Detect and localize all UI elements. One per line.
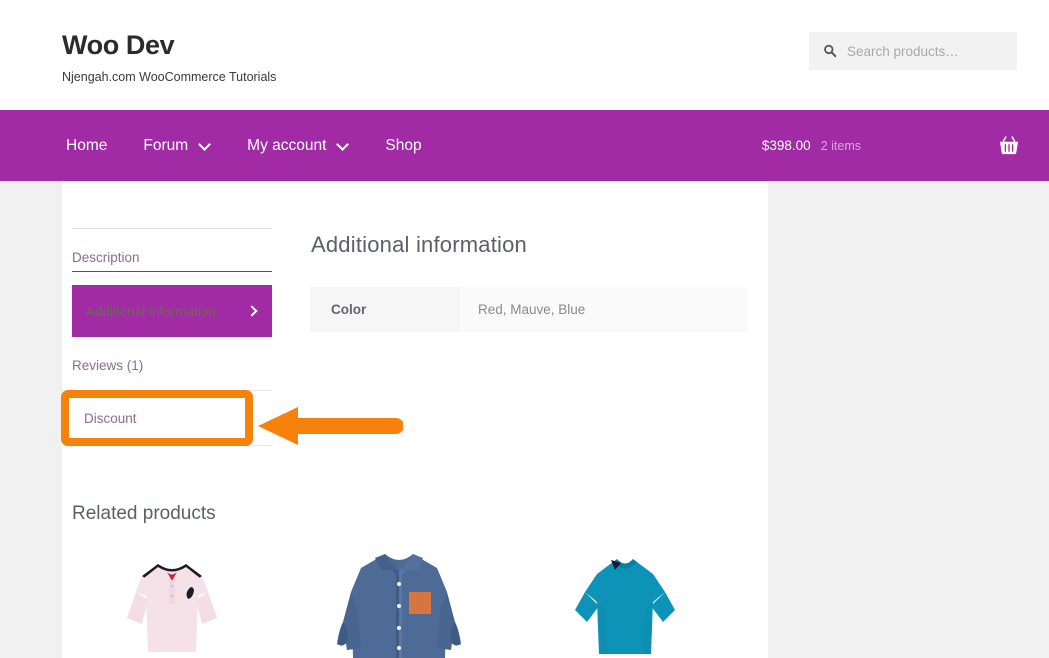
search-placeholder-text: Search products… [847,43,959,59]
nav-item-label: Forum [143,136,189,154]
shopping-basket-icon[interactable] [999,136,1019,155]
chevron-right-icon [248,306,258,316]
blue-button-shirt-image [298,548,490,658]
chevron-down-icon [338,140,349,151]
related-product-item[interactable] [525,548,717,658]
tab-divider [72,390,272,391]
site-header: Woo Dev Njengah.com WooCommerce Tutorial… [0,0,1049,110]
nav-item-home[interactable]: Home [62,110,125,181]
nav-item-shop[interactable]: Shop [367,110,439,181]
page-root: Woo Dev Njengah.com WooCommerce Tutorial… [0,0,1049,658]
tab-additional-information[interactable]: Additional information [72,285,272,337]
related-products-title: Related products [72,503,216,524]
tab-divider [72,445,272,446]
nav-item-my-account[interactable]: My account [229,110,367,181]
related-product-item[interactable] [72,548,263,658]
nav-item-label: Shop [385,136,422,154]
nav-item-label: Home [66,136,108,154]
cart-total-amount: $398.00 [761,138,811,153]
search-icon [824,44,837,58]
tab-description[interactable]: Description [72,244,272,272]
related-product-item[interactable] [298,548,490,658]
attributes-table: Color Red, Mauve, Blue [310,287,747,332]
tab-label: Discount [84,410,137,426]
tabs-top-divider [72,228,272,229]
nav-item-label: My account [247,136,327,154]
nav-menu: Home Forum My account Shop [62,110,440,181]
related-products-list [72,548,752,658]
nav-item-forum[interactable]: Forum [125,110,229,181]
site-branding[interactable]: Woo Dev Njengah.com WooCommerce Tutorial… [62,30,276,84]
pink-polo-shirt-image [72,548,263,658]
tab-reviews[interactable]: Reviews (1) [72,352,272,378]
tab-label: Additional information [86,303,216,319]
tab-label: Description [72,250,140,265]
site-title: Woo Dev [62,30,175,60]
search-input[interactable]: Search products… [809,32,1017,70]
site-tagline: Njengah.com WooCommerce Tutorials [62,70,277,85]
attribute-value: Red, Mauve, Blue [460,287,747,332]
panel-title: Additional information [311,232,527,257]
chevron-down-icon [200,140,211,151]
cart-item-count: 2 items [820,138,861,153]
tab-label: Reviews (1) [72,357,144,373]
primary-navigation: Home Forum My account Shop $398.00 2 ite… [0,110,1049,181]
cart-summary[interactable]: $398.00 2 items [762,110,1019,181]
teal-tshirt-image [525,548,717,658]
tab-discount[interactable]: Discount [72,405,272,431]
attribute-name: Color [310,287,460,332]
